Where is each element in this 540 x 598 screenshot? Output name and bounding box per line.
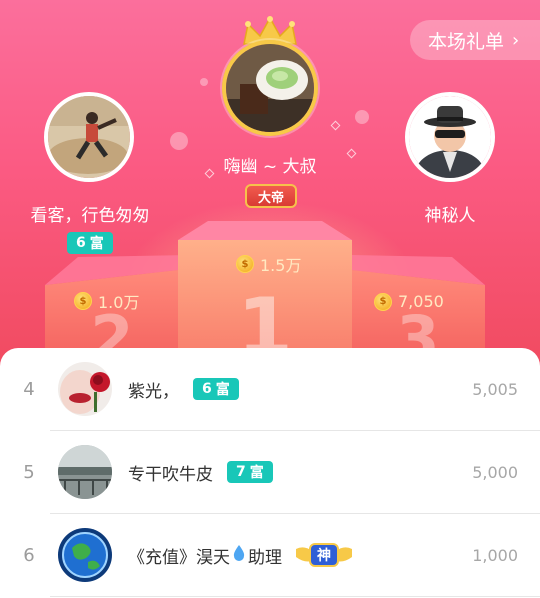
coin-icon: $ [74, 292, 92, 310]
user-name-suffix: 助理 [248, 547, 282, 568]
avatar[interactable] [58, 528, 112, 582]
title-badge-label: 大帝 [257, 190, 284, 206]
second-place-name: 看客，行色匆匆 [30, 206, 150, 226]
title-badge-emperor: 大帝 [245, 184, 297, 208]
bubble-decoration [200, 78, 208, 86]
gift-amount: 5,005 [472, 379, 518, 399]
gift-list-label: 本场礼单 [428, 30, 505, 53]
coin-icon: $ [236, 255, 254, 273]
rank-number: 5 [23, 461, 35, 483]
wealth-level-badge: 6 富 [67, 232, 113, 254]
gift-amount: 5,000 [472, 462, 518, 482]
list-item[interactable]: 6 《充值》淏天 助理 神 1,000 [0, 514, 540, 596]
chevron-right-icon: › [512, 29, 520, 51]
avatar-first-place[interactable] [222, 40, 318, 136]
divider [50, 596, 540, 597]
second-place-amount-value: 1.0万 [98, 293, 140, 312]
third-place-amount-value: 7,050 [398, 292, 444, 311]
first-place-name: 嗨幽 ~ 大叔 [223, 157, 317, 177]
list-item[interactable]: 4 紫光， 6 富 5,005 [0, 348, 540, 430]
third-place-name: 神秘人 [424, 206, 476, 226]
first-place-amount-value: 1.5万 [260, 256, 302, 275]
avatar-second-place[interactable] [44, 92, 134, 182]
wealth-level-number: 7 [236, 464, 246, 480]
bubble-decoration [170, 132, 188, 150]
wealth-level-label: 富 [249, 465, 264, 481]
user-name: 专干吹牛皮 [128, 464, 213, 485]
bubble-decoration [355, 110, 369, 124]
user-name: 《充值》淏天 助理 [128, 543, 282, 568]
god-level-badge: 神 [294, 541, 354, 569]
water-drop-icon [232, 544, 246, 567]
avatar[interactable] [58, 445, 112, 499]
coin-icon: $ [374, 292, 392, 311]
avatar-third-place[interactable] [405, 92, 495, 182]
god-level-label: 神 [317, 548, 331, 564]
wealth-level-badge: 7 富 [227, 461, 273, 483]
wealth-level-number: 6 [76, 235, 86, 251]
wealth-level-label: 富 [89, 236, 104, 252]
user-name-text: 《充值》淏天 [128, 547, 230, 568]
wealth-level-label: 富 [215, 382, 230, 398]
ranking-podium-area: 本场礼单 › 2 1 3 嗨幽 ~ 大叔 大帝 $ 1.5万 看客，行色匆匆 6… [0, 0, 540, 380]
first-place-amount: $ 1.5万 [236, 252, 301, 276]
ranking-list: 4 紫光， 6 富 5,005 5 专干吹牛皮 7 富 5,000 6 《充值》… [0, 348, 540, 598]
third-place-amount: $ 7,050 [374, 292, 444, 311]
rank-number: 6 [23, 544, 35, 566]
second-place-amount: $ 1.0万 [74, 289, 139, 313]
gift-list-button[interactable]: 本场礼单 › [410, 20, 540, 60]
wealth-level-number: 6 [202, 381, 212, 397]
gift-amount: 1,000 [472, 545, 518, 565]
wealth-level-badge: 6 富 [193, 378, 239, 400]
rank-number: 4 [23, 378, 35, 400]
user-name: 紫光， [128, 381, 179, 402]
list-item[interactable]: 5 专干吹牛皮 7 富 5,000 [0, 431, 540, 513]
avatar[interactable] [58, 362, 112, 416]
